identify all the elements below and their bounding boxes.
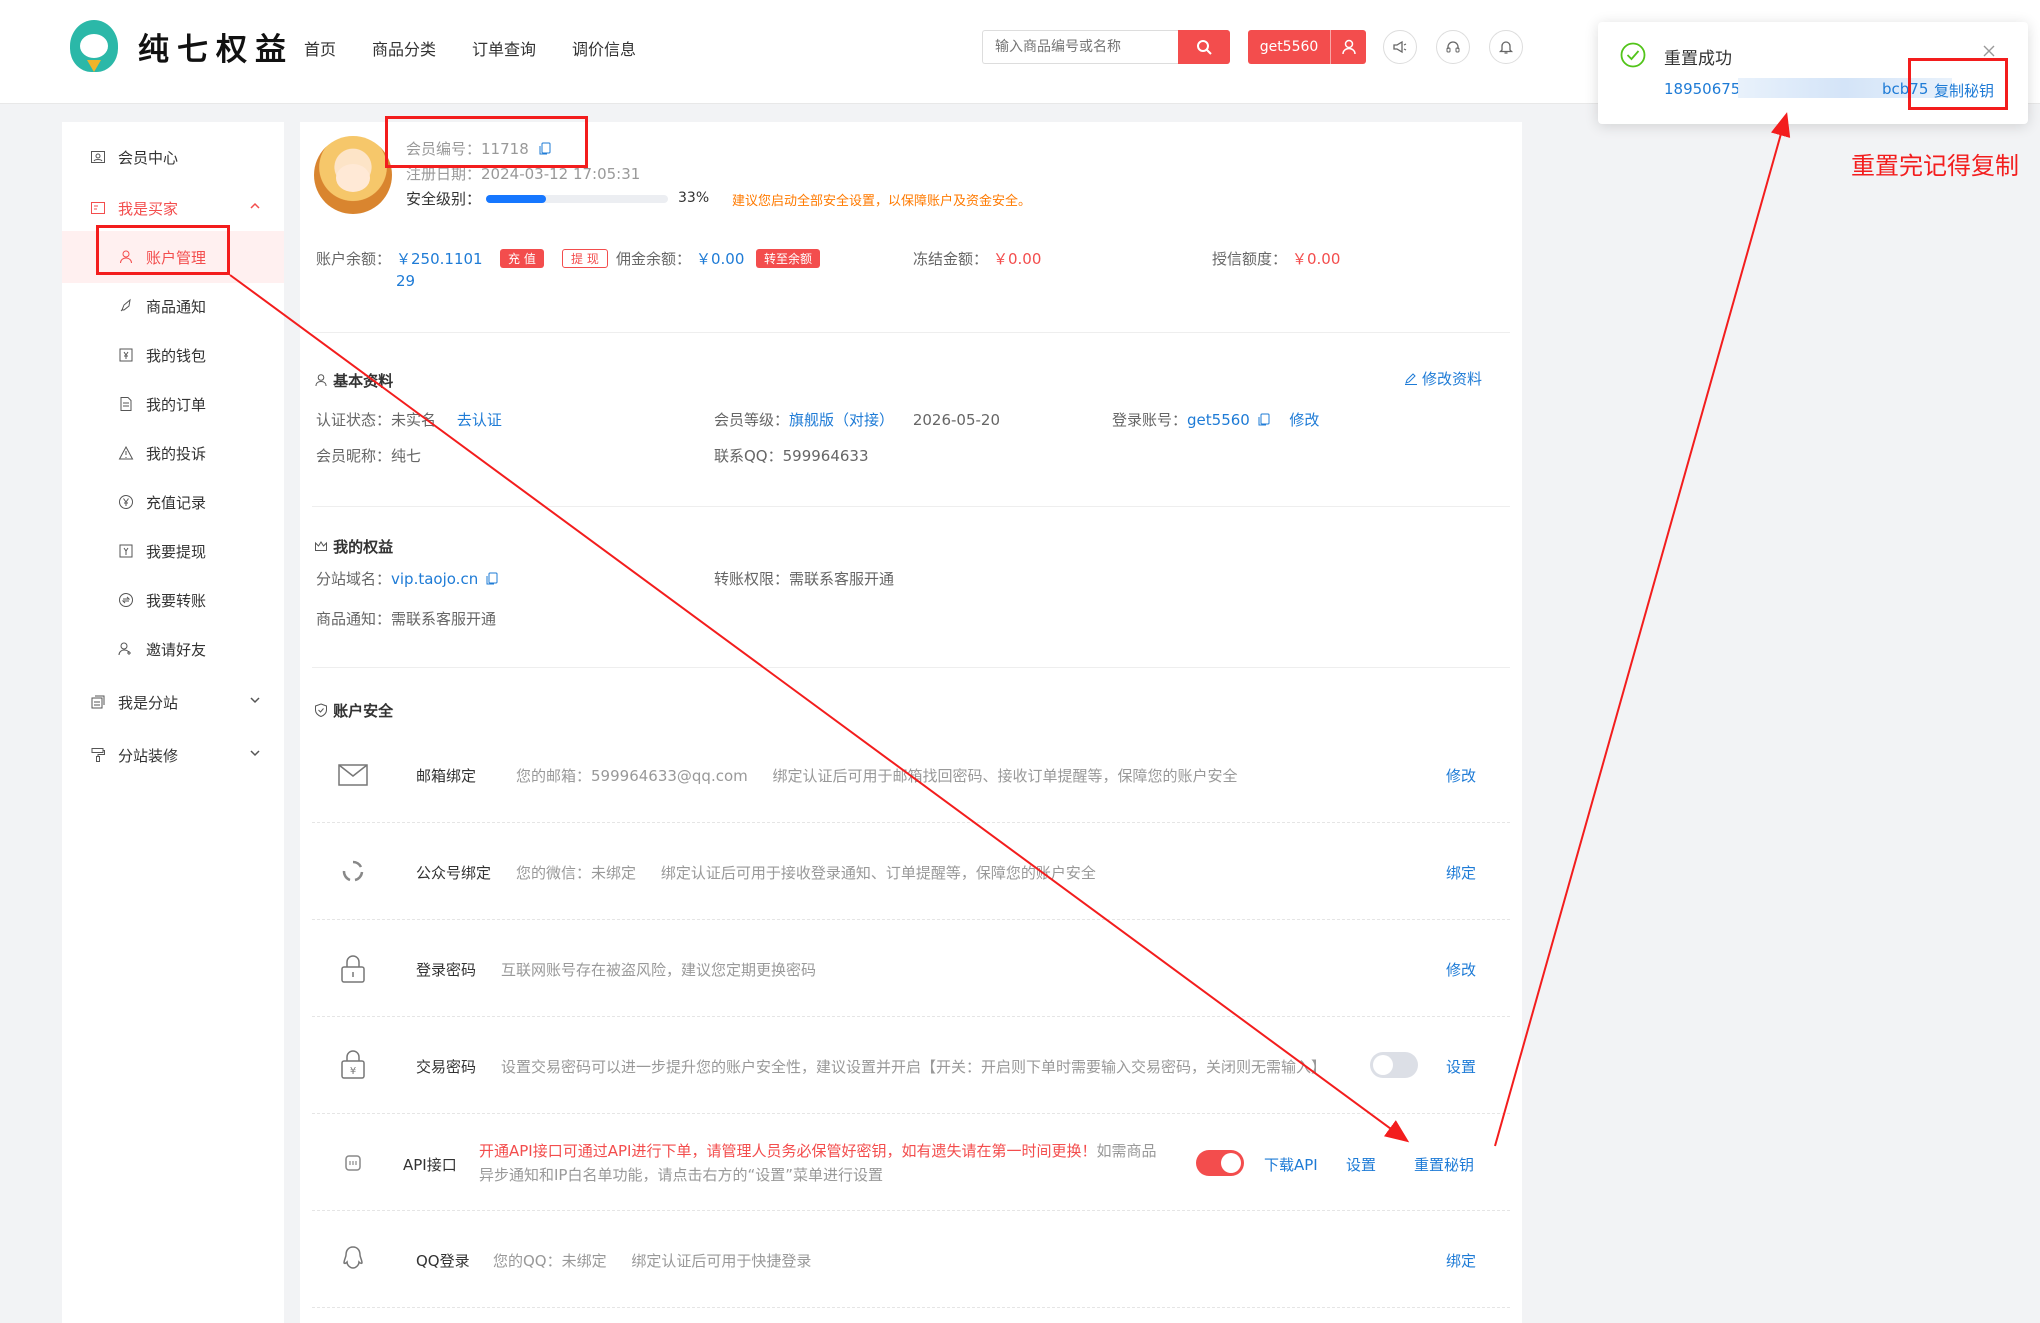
- annotation-arrows: [229, 112, 1791, 1147]
- arrow-to-reset-key: [229, 274, 1410, 1143]
- arrow-to-copy-key: [1494, 112, 1791, 1147]
